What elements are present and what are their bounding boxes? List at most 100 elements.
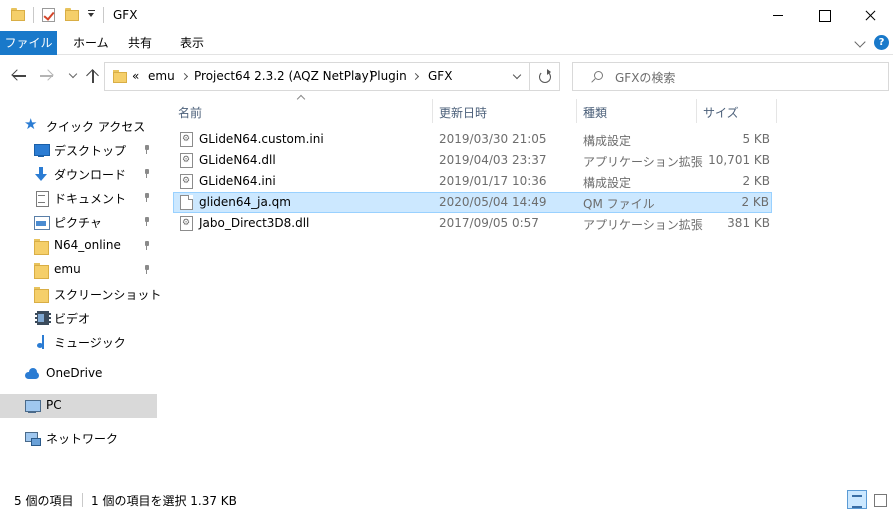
file-type: 構成設定 xyxy=(583,176,632,190)
nav-item-downloads[interactable]: ダウンロード xyxy=(0,162,157,186)
address-history-chevron-icon[interactable] xyxy=(506,62,530,91)
file-row[interactable]: GLideN64.custom.ini 2019/03/30 21:05 構成設… xyxy=(173,129,772,150)
nav-item-network[interactable]: ネットワーク xyxy=(0,426,157,450)
nav-item-music[interactable]: ミュージック xyxy=(0,330,157,354)
expand-ribbon-chevron-icon[interactable] xyxy=(854,36,866,48)
network-icon xyxy=(24,430,41,446)
file-name: GLideN64.custom.ini xyxy=(199,132,324,146)
breadcrumb-plugin[interactable]: Plugin xyxy=(370,69,407,83)
minimize-button[interactable] xyxy=(755,0,801,31)
nav-item-label: クイック アクセス xyxy=(46,120,146,134)
nav-item-screenshots[interactable]: スクリーンショット xyxy=(0,282,161,306)
selection-info: 1 個の項目を選択 1.37 KB xyxy=(91,494,237,508)
star-icon xyxy=(24,115,40,134)
desktop-icon xyxy=(33,142,50,158)
breadcrumb-overflow[interactable]: « xyxy=(132,69,139,83)
nav-item-onedrive[interactable]: OneDrive xyxy=(0,362,157,386)
nav-item-documents[interactable]: ドキュメント xyxy=(0,186,157,210)
details-view-icon[interactable] xyxy=(847,490,867,509)
nav-item-quick-access[interactable]: クイック アクセス xyxy=(0,114,157,138)
tab-view[interactable]: 表示 xyxy=(180,31,204,55)
ribbon-tabs: ファイル ホーム 共有 表示 ? xyxy=(0,31,893,55)
file-size: 2 KB xyxy=(741,195,769,209)
forward-button[interactable] xyxy=(35,64,57,88)
search-input[interactable]: GFXの検索 xyxy=(572,62,889,91)
folder-icon xyxy=(33,262,49,279)
nav-item-pc[interactable]: PC xyxy=(0,394,157,418)
nav-item-label: ネットワーク xyxy=(46,432,119,446)
search-placeholder: GFXの検索 xyxy=(615,71,676,85)
file-size: 5 KB xyxy=(742,132,770,146)
file-type: アプリケーション拡張 xyxy=(583,155,703,169)
column-header-label: 種類 xyxy=(583,106,608,120)
nav-item-label: ピクチャ xyxy=(54,216,102,230)
file-date: 2019/04/03 23:37 xyxy=(439,153,547,167)
pin-icon[interactable] xyxy=(143,145,151,155)
nav-item-label: ミュージック xyxy=(54,336,126,350)
file-row-selected[interactable]: gliden64_ja.qm 2020/05/04 14:49 QM ファイル … xyxy=(173,192,772,213)
file-row[interactable]: GLideN64.ini 2019/01/17 10:36 構成設定 2 KB xyxy=(173,171,772,192)
help-icon[interactable]: ? xyxy=(874,35,889,50)
breadcrumb-project64[interactable]: Project64 2.3.2 (AQZ NetPlay) xyxy=(194,69,373,83)
nav-item-emu[interactable]: emu xyxy=(0,258,157,282)
file-date: 2017/09/05 0:57 xyxy=(439,216,539,230)
file-type: アプリケーション拡張 xyxy=(583,218,703,232)
breadcrumb-chevron-icon[interactable] xyxy=(180,72,189,81)
column-header-label: 名前 xyxy=(178,106,203,120)
file-date: 2019/03/30 21:05 xyxy=(439,132,547,146)
up-button[interactable] xyxy=(82,64,104,88)
column-header-type[interactable]: 種類 xyxy=(577,99,696,123)
nav-item-label: PC xyxy=(46,398,62,412)
tab-home[interactable]: ホーム xyxy=(73,31,109,55)
column-divider[interactable] xyxy=(776,99,777,123)
nav-item-desktop[interactable]: デスクトップ xyxy=(0,138,157,162)
title-bar: GFX xyxy=(0,0,893,31)
address-bar[interactable]: « emu Project64 2.3.2 (AQZ NetPlay) Plug… xyxy=(104,62,530,91)
nav-item-n64-online[interactable]: N64_online xyxy=(0,234,157,258)
settings-file-icon xyxy=(180,132,193,147)
maximize-button[interactable] xyxy=(801,0,847,31)
file-icon xyxy=(180,195,193,210)
column-header-date[interactable]: 更新日時 xyxy=(433,99,576,123)
pin-icon[interactable] xyxy=(143,193,151,203)
tab-share[interactable]: 共有 xyxy=(128,31,152,55)
close-button[interactable] xyxy=(847,0,893,31)
new-folder-icon[interactable] xyxy=(65,8,79,21)
back-button[interactable] xyxy=(9,64,31,88)
file-row[interactable]: GLideN64.dll 2019/04/03 23:37 アプリケーション拡張… xyxy=(173,150,772,171)
file-row[interactable]: Jabo_Direct3D8.dll 2017/09/05 0:57 アプリケー… xyxy=(173,213,772,234)
file-size: 10,701 KB xyxy=(708,153,770,167)
breadcrumb-chevron-icon[interactable] xyxy=(411,72,420,81)
pc-icon xyxy=(24,398,41,414)
pin-icon[interactable] xyxy=(143,169,151,179)
settings-file-icon xyxy=(180,216,193,231)
window-title: GFX xyxy=(113,8,138,22)
column-header-name[interactable]: 名前 xyxy=(172,99,432,123)
pin-icon[interactable] xyxy=(143,217,151,227)
folder-icon xyxy=(11,8,25,21)
refresh-button[interactable] xyxy=(530,62,560,91)
nav-item-label: emu xyxy=(54,262,81,276)
nav-item-label: ビデオ xyxy=(54,312,91,326)
breadcrumb-emu[interactable]: emu xyxy=(148,69,175,83)
tab-file[interactable]: ファイル xyxy=(0,31,57,55)
folder-icon xyxy=(33,286,49,303)
file-type: QM ファイル xyxy=(583,197,655,211)
column-header-label: サイズ xyxy=(703,106,739,120)
pin-icon[interactable] xyxy=(143,241,151,251)
properties-icon[interactable] xyxy=(42,8,55,22)
quick-access-toolbar-dropdown-icon[interactable] xyxy=(87,10,96,19)
download-icon xyxy=(33,166,49,182)
file-name: Jabo_Direct3D8.dll xyxy=(199,216,310,230)
large-icons-view-icon[interactable] xyxy=(870,490,890,509)
status-bar: 5 個の項目 1 個の項目を選択 1.37 KB xyxy=(0,488,893,511)
nav-item-pictures[interactable]: ピクチャ xyxy=(0,210,157,234)
nav-item-videos[interactable]: ビデオ xyxy=(0,306,157,330)
breadcrumb-gfx[interactable]: GFX xyxy=(428,69,452,83)
nav-item-label: デスクトップ xyxy=(54,144,127,158)
folder-icon xyxy=(113,70,127,83)
pin-icon[interactable] xyxy=(143,265,151,275)
recent-locations-chevron-icon[interactable] xyxy=(62,64,84,88)
file-date: 2020/05/04 14:49 xyxy=(439,195,547,209)
column-header-size[interactable]: サイズ xyxy=(697,99,776,123)
